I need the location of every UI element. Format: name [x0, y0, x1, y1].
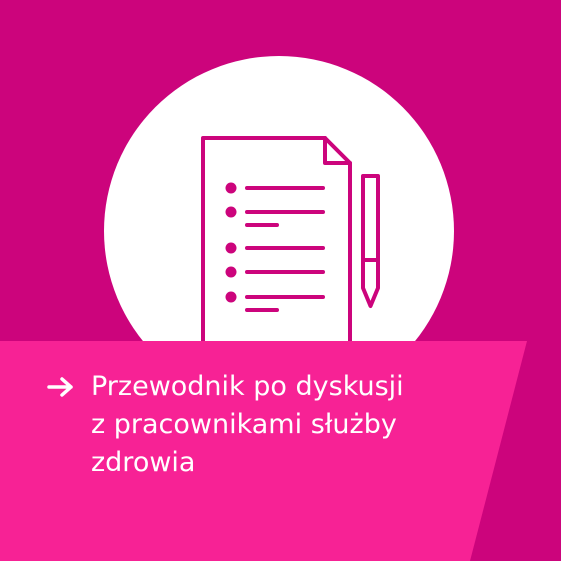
tile-title: Przewodnik po dyskusji z pracownikami sł… — [91, 368, 404, 482]
tile-title-line-2: z pracownikami służby — [91, 409, 397, 440]
guide-tile-link[interactable]: Przewodnik po dyskusji z pracownikami sł… — [0, 0, 561, 561]
arrow-right-icon — [47, 368, 77, 406]
tile-title-line-1: Przewodnik po dyskusji — [91, 371, 404, 402]
tile-title-line-3: zdrowia — [91, 447, 196, 478]
tile-label: Przewodnik po dyskusji z pracownikami sł… — [47, 368, 467, 482]
